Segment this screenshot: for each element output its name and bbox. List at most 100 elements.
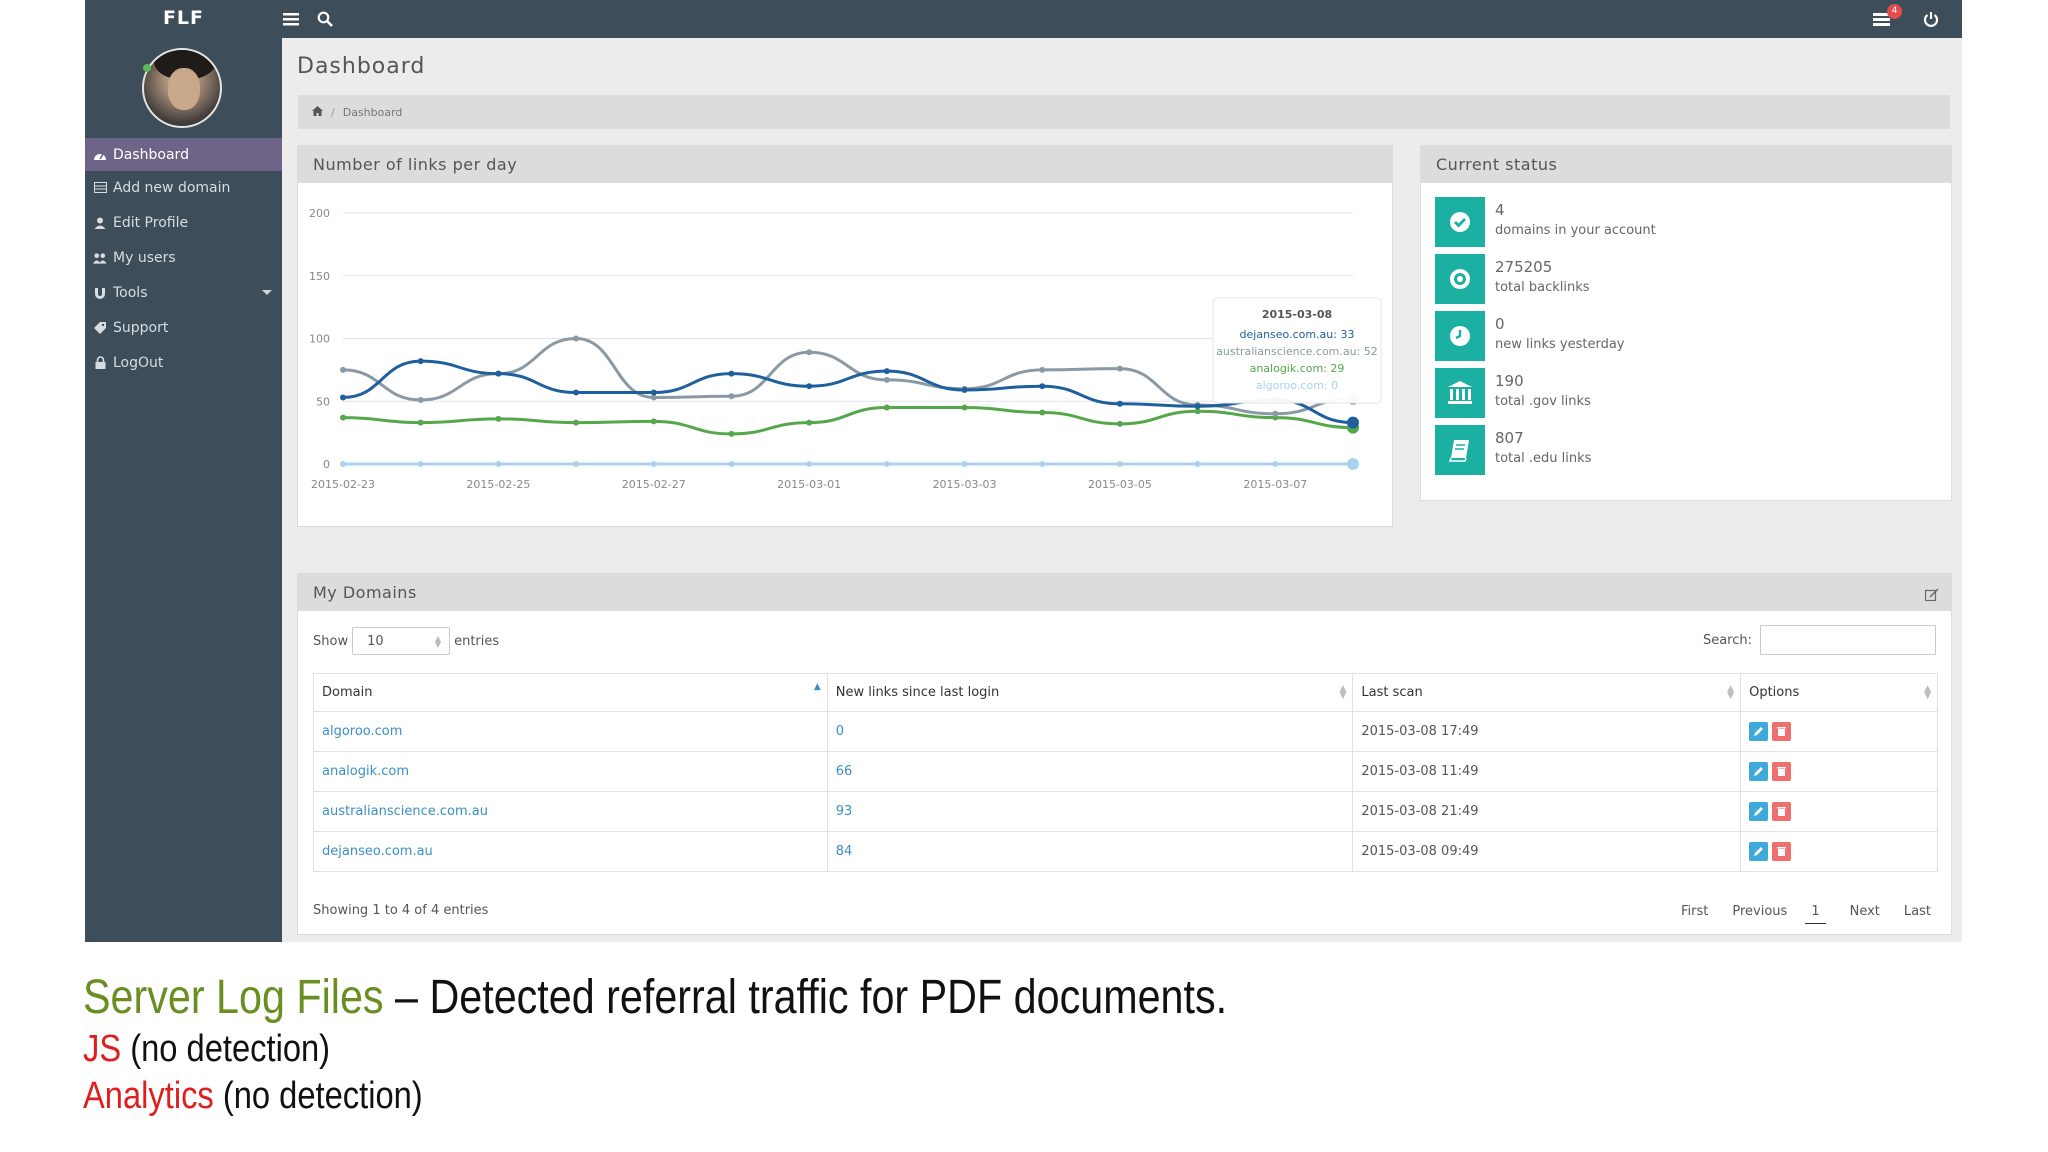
sidebar-item-dashboard[interactable]: Dashboard bbox=[85, 138, 282, 171]
tooltip-line: dejanseo.com.au: 33 bbox=[1240, 328, 1355, 341]
hamburger-menu-icon[interactable] bbox=[280, 8, 302, 30]
caption-highlight: Analytics bbox=[83, 1075, 214, 1117]
sidebar-item-my-users[interactable]: My users bbox=[85, 241, 282, 274]
brand-logo[interactable]: FLF bbox=[85, 0, 282, 38]
home-icon[interactable] bbox=[312, 105, 323, 119]
column-label: Last scan bbox=[1361, 685, 1423, 700]
data-point bbox=[1039, 366, 1046, 373]
data-point bbox=[806, 461, 813, 467]
sidebar-item-edit-profile[interactable]: Edit Profile bbox=[85, 206, 282, 239]
search-label: Search: bbox=[1702, 632, 1752, 648]
pager-current-page[interactable]: 1 bbox=[1805, 904, 1826, 924]
edit-button[interactable] bbox=[1749, 722, 1769, 741]
sidebar-item-tools[interactable]: Tools bbox=[85, 276, 282, 309]
last-scan-cell: 2015-03-08 17:49 bbox=[1352, 711, 1742, 752]
x-tick-label: 2015-02-25 bbox=[466, 478, 530, 491]
page-length-select[interactable]: 10 ▲ ▼ bbox=[352, 627, 451, 655]
bank-icon bbox=[1435, 368, 1485, 418]
column-header-options[interactable]: Options ▲ ▼ bbox=[1740, 673, 1938, 712]
column-header-domain[interactable]: Domain ▲ bbox=[313, 673, 828, 712]
data-point bbox=[728, 370, 735, 377]
user-icon bbox=[93, 216, 107, 230]
last-scan-cell: 2015-03-08 11:49 bbox=[1352, 751, 1742, 792]
pager-first[interactable]: First bbox=[1681, 904, 1708, 924]
sidebar-item-add-new-domain[interactable]: Add new domain bbox=[85, 171, 282, 204]
search-icon[interactable] bbox=[314, 8, 336, 30]
pager-next[interactable]: Next bbox=[1850, 904, 1880, 924]
edit-external-icon[interactable] bbox=[1924, 586, 1939, 605]
options-cell bbox=[1740, 831, 1938, 872]
power-icon[interactable] bbox=[1920, 8, 1942, 30]
data-point bbox=[650, 389, 657, 396]
edit-button[interactable] bbox=[1749, 762, 1769, 781]
data-point bbox=[495, 415, 502, 422]
sidebar-item-logout[interactable]: LogOut bbox=[85, 346, 282, 379]
sidebar-item-support[interactable]: Support bbox=[85, 311, 282, 344]
caption-highlight: Server Log Files bbox=[83, 971, 384, 1024]
status-value: 275205 bbox=[1495, 258, 1553, 276]
data-point bbox=[1116, 461, 1123, 467]
data-point bbox=[417, 358, 424, 365]
status-item-new-links: 0 new links yesterday bbox=[1435, 311, 1625, 363]
status-label: new links yesterday bbox=[1495, 337, 1625, 352]
pager-last[interactable]: Last bbox=[1904, 904, 1931, 924]
delete-button[interactable] bbox=[1772, 722, 1792, 741]
column-header-new-links[interactable]: New links since last login ▲ ▼ bbox=[826, 673, 1354, 712]
table-row: algoroo.com 0 2015-03-08 17:49 bbox=[313, 711, 1938, 752]
new-links-cell[interactable]: 0 bbox=[826, 711, 1354, 752]
top-navbar: FLF 4 bbox=[85, 0, 1962, 38]
data-point bbox=[961, 404, 968, 411]
search-input[interactable] bbox=[1760, 625, 1936, 655]
panel-title: Current status bbox=[1436, 155, 1558, 174]
data-point bbox=[1039, 383, 1046, 390]
sort-icon: ▲ ▼ bbox=[1727, 684, 1735, 701]
entries-label: entries bbox=[454, 633, 500, 649]
last-scan-cell: 2015-03-08 21:49 bbox=[1352, 791, 1742, 832]
data-point bbox=[340, 394, 346, 401]
pager-previous[interactable]: Previous bbox=[1732, 904, 1787, 924]
sidebar: Dashboard Add new domain Edit Profile My… bbox=[85, 38, 282, 942]
edit-button[interactable] bbox=[1749, 802, 1769, 821]
lock-icon bbox=[93, 356, 107, 370]
x-tick-label: 2015-02-23 bbox=[311, 478, 375, 491]
column-label: Options bbox=[1749, 685, 1800, 700]
status-label: total .edu links bbox=[1495, 451, 1592, 466]
breadcrumb: / Dashboard bbox=[298, 95, 1950, 129]
data-point bbox=[1194, 461, 1201, 467]
status-label: domains in your account bbox=[1495, 223, 1656, 238]
domain-link[interactable]: analogik.com bbox=[313, 751, 828, 792]
data-point bbox=[1272, 461, 1279, 467]
series-line bbox=[342, 336, 1354, 416]
panel-heading: Current status bbox=[1421, 146, 1951, 183]
panel-title: Number of links per day bbox=[313, 155, 518, 174]
data-point bbox=[495, 370, 502, 377]
new-links-cell[interactable]: 93 bbox=[826, 791, 1354, 832]
data-point bbox=[417, 419, 424, 426]
online-status-dot bbox=[143, 64, 151, 72]
avatar-face bbox=[168, 68, 200, 110]
caption-text: – Detected referral traffic for PDF docu… bbox=[383, 971, 1228, 1024]
edit-button[interactable] bbox=[1749, 842, 1769, 861]
target-icon bbox=[1435, 254, 1485, 304]
page-length-value: 10 bbox=[367, 633, 384, 649]
delete-button[interactable] bbox=[1772, 842, 1792, 861]
new-links-cell[interactable]: 66 bbox=[826, 751, 1354, 792]
domain-link[interactable]: australianscience.com.au bbox=[313, 791, 828, 832]
data-point bbox=[495, 461, 502, 467]
column-header-last-scan[interactable]: Last scan ▲ ▼ bbox=[1352, 673, 1742, 712]
sidebar-item-label: Tools bbox=[113, 284, 148, 301]
new-links-cell[interactable]: 84 bbox=[826, 831, 1354, 872]
last-scan-cell: 2015-03-08 09:49 bbox=[1352, 831, 1742, 872]
data-point bbox=[1194, 403, 1201, 410]
domain-link[interactable]: dejanseo.com.au bbox=[313, 831, 828, 872]
magnet-icon bbox=[93, 286, 107, 300]
data-point bbox=[961, 461, 968, 467]
avatar[interactable] bbox=[142, 48, 222, 128]
delete-button[interactable] bbox=[1772, 762, 1792, 781]
domain-link[interactable]: algoroo.com bbox=[313, 711, 828, 752]
data-point bbox=[573, 335, 580, 342]
delete-button[interactable] bbox=[1772, 802, 1792, 821]
caption-text: (no detection) bbox=[213, 1075, 423, 1117]
data-point bbox=[573, 389, 580, 396]
sidebar-item-label: Edit Profile bbox=[113, 214, 189, 231]
